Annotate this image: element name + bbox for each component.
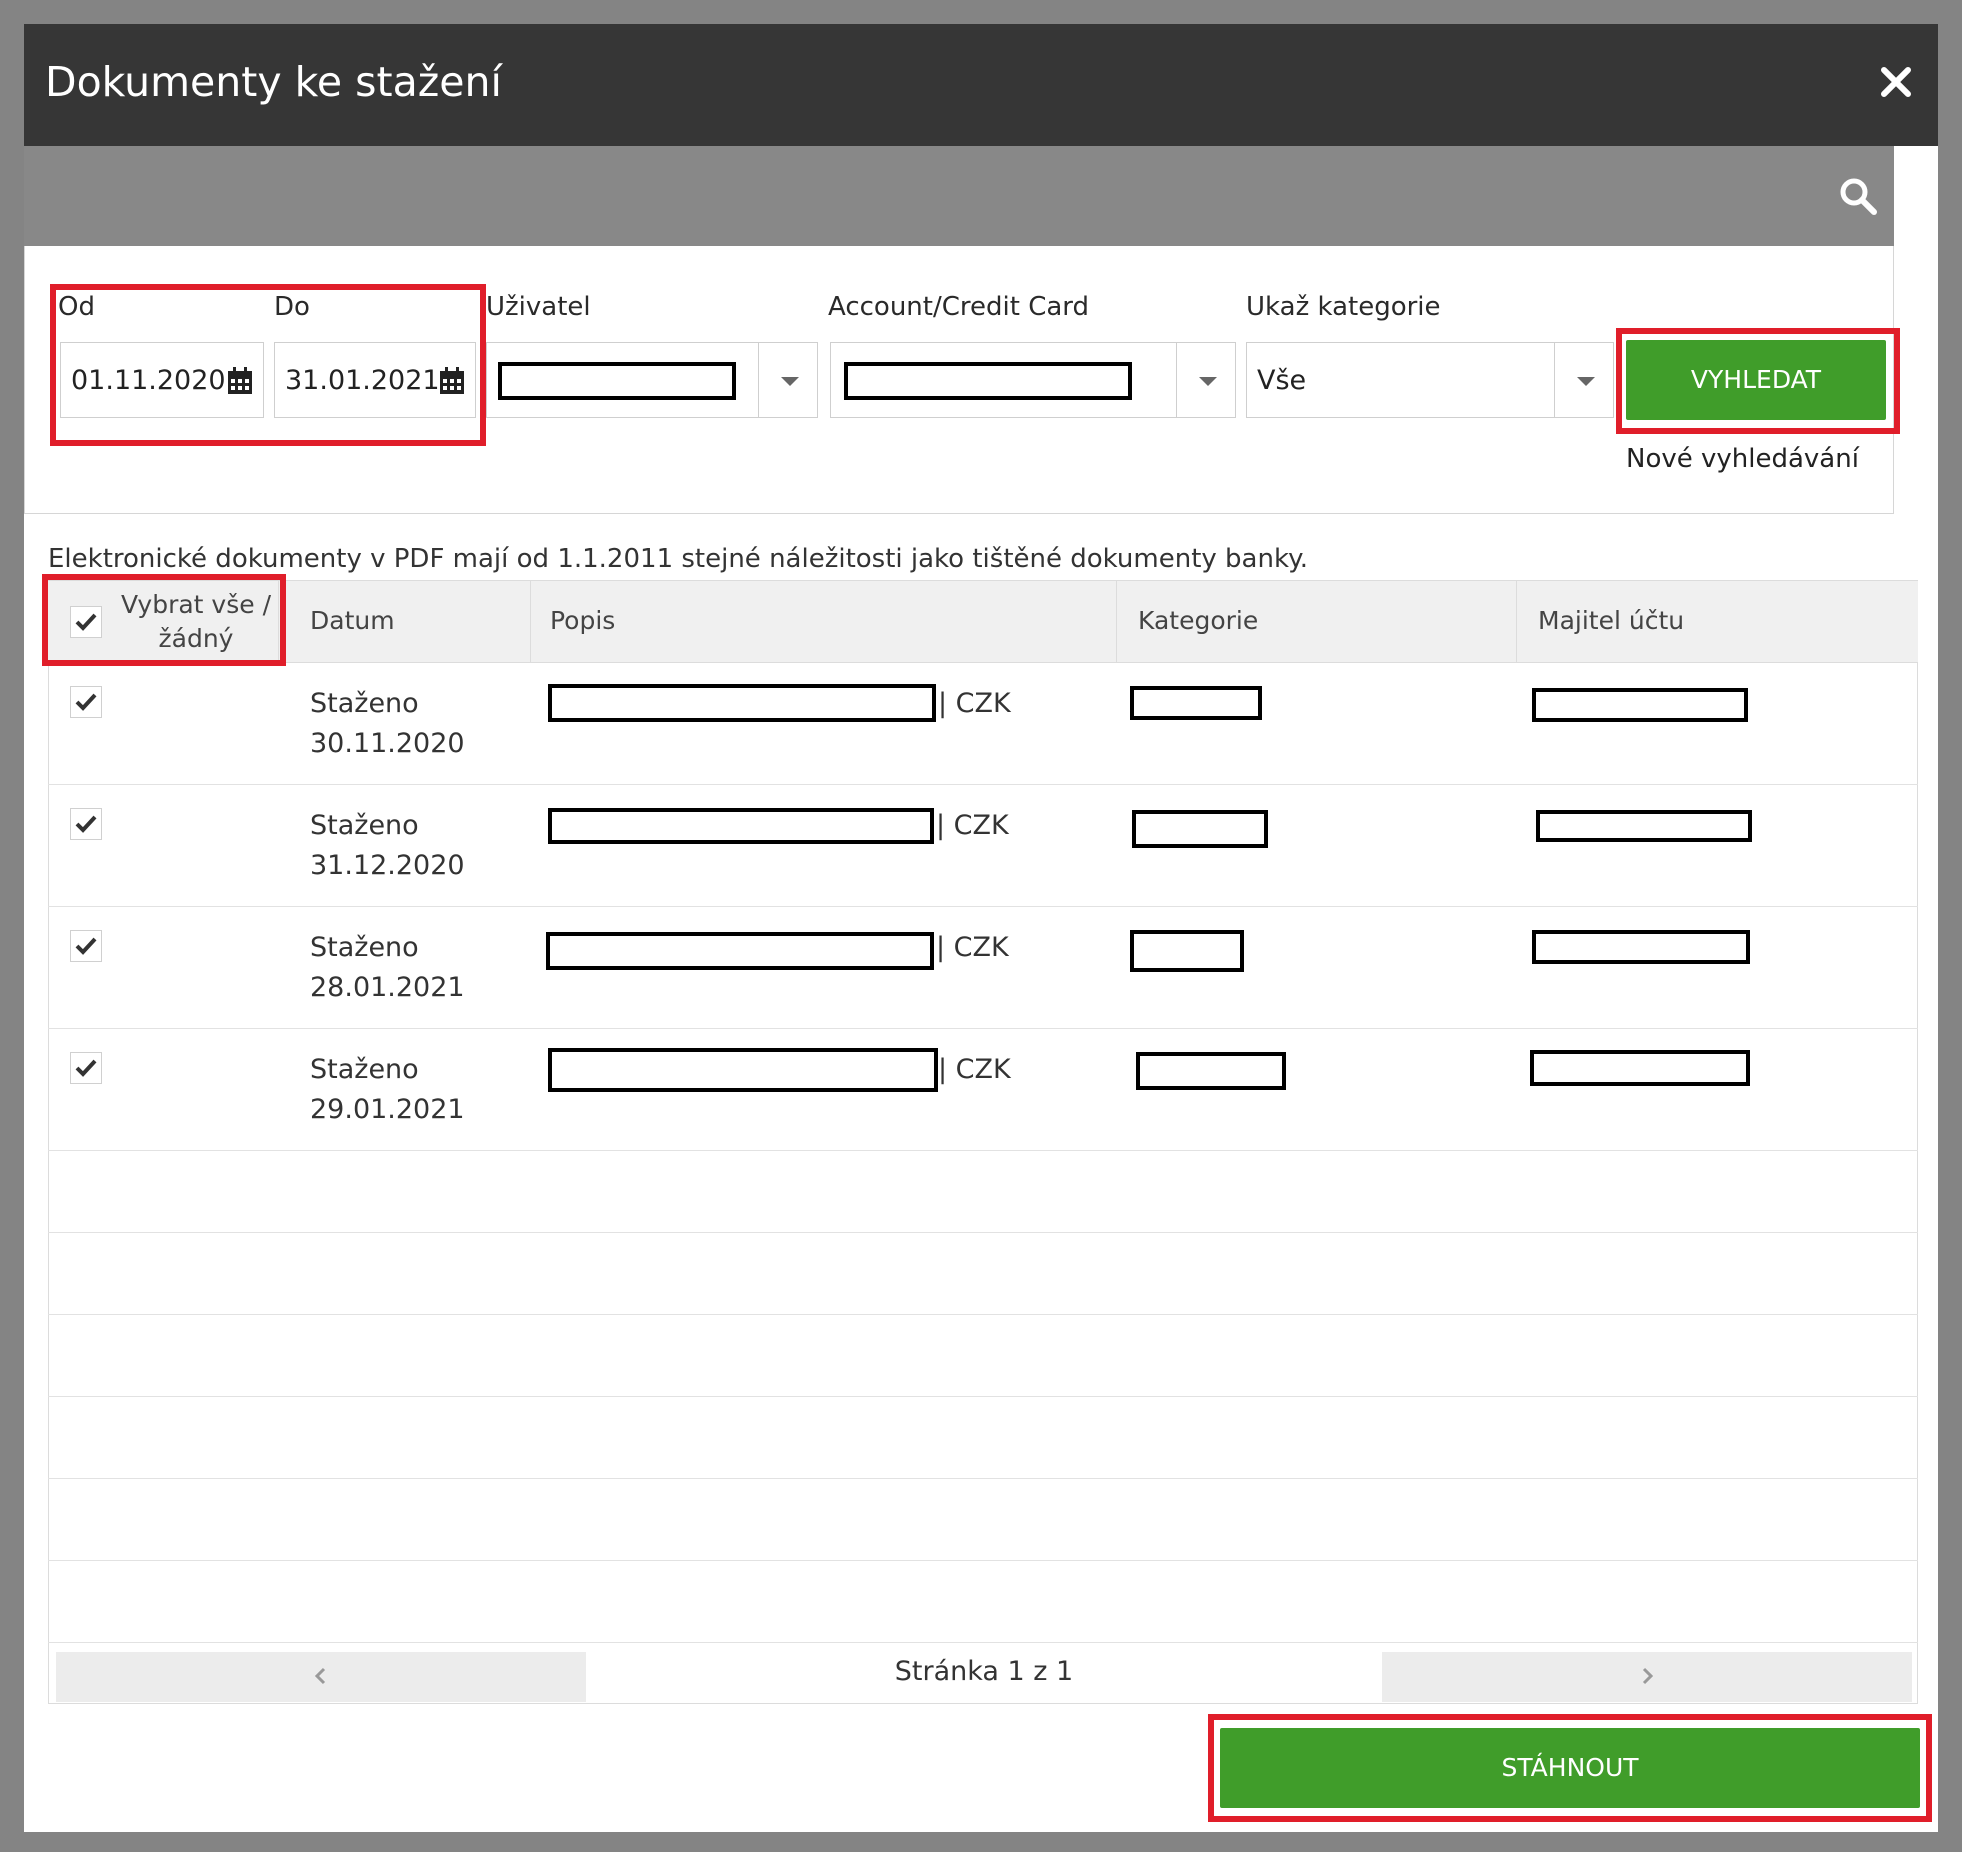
chevron-down-icon[interactable] — [1176, 343, 1235, 417]
row-divider — [48, 1314, 1918, 1315]
redacted-box — [546, 932, 934, 970]
column-divider — [530, 581, 531, 663]
select-all-checkbox[interactable] — [70, 606, 102, 638]
row-divider — [48, 1478, 1918, 1479]
row-currency: | CZK — [938, 688, 1011, 719]
pager-prev-button[interactable] — [56, 1652, 586, 1702]
chevron-left-icon — [311, 1666, 331, 1686]
filter-header — [24, 146, 1894, 246]
redacted-box — [548, 684, 936, 722]
calendar-icon[interactable] — [227, 367, 253, 395]
row-date[interactable]: Staženo 30.11.2020 — [310, 684, 465, 764]
row-checkbox[interactable] — [70, 808, 102, 840]
column-divider — [1516, 581, 1517, 663]
redacted-box — [498, 362, 736, 400]
kategorie-select[interactable]: Vše — [1246, 342, 1614, 418]
od-date-input[interactable]: 01.11.2020 — [60, 342, 264, 418]
header-kategorie[interactable]: Kategorie — [1138, 606, 1258, 635]
row-date-value: 31.12.2020 — [310, 850, 465, 881]
account-label: Account/Credit Card — [828, 292, 1090, 322]
redacted-box — [844, 362, 1132, 400]
select-all-label-line2: žádný — [158, 624, 234, 653]
row-divider — [48, 906, 1918, 907]
row-status: Staženo — [310, 932, 419, 963]
redacted-box — [1130, 930, 1244, 972]
header-popis[interactable]: Popis — [550, 606, 615, 635]
row-checkbox[interactable] — [70, 686, 102, 718]
od-label: Od — [58, 292, 95, 322]
column-divider — [278, 581, 279, 663]
redacted-box — [548, 1048, 938, 1092]
row-currency: | CZK — [938, 1054, 1011, 1085]
kategorie-filter-label: Ukaž kategorie — [1246, 292, 1441, 322]
select-all-label-line1: Vybrat vše / — [120, 590, 271, 619]
row-divider — [48, 1150, 1918, 1151]
row-checkbox[interactable] — [70, 1052, 102, 1084]
redacted-box — [548, 808, 934, 844]
row-currency: | CZK — [936, 932, 1009, 963]
header-majitel[interactable]: Majitel účtu — [1538, 606, 1684, 635]
row-date-value: 29.01.2021 — [310, 1094, 465, 1125]
do-date-value: 31.01.2021 — [285, 365, 440, 396]
column-divider — [1116, 581, 1117, 663]
row-status: Staženo — [310, 810, 419, 841]
dialog-titlebar: Dokumenty ke stažení — [24, 24, 1938, 146]
pdf-note: Elektronické dokumenty v PDF mají od 1.1… — [48, 544, 1309, 574]
od-date-value: 01.11.2020 — [71, 365, 226, 396]
row-divider — [48, 1028, 1918, 1029]
chevron-down-icon[interactable] — [758, 343, 817, 417]
redacted-box — [1530, 1050, 1750, 1086]
redacted-box — [1536, 810, 1752, 842]
row-date[interactable]: Staženo 31.12.2020 — [310, 806, 465, 886]
row-divider — [48, 1232, 1918, 1233]
search-icon[interactable] — [1838, 176, 1878, 216]
uzivatel-label: Uživatel — [486, 292, 591, 322]
row-status: Staženo — [310, 1054, 419, 1085]
new-search-link[interactable]: Nové vyhledávání — [1626, 444, 1859, 474]
row-status: Staženo — [310, 688, 419, 719]
search-button[interactable]: VYHLEDAT — [1626, 340, 1886, 420]
chevron-right-icon — [1637, 1666, 1657, 1686]
redacted-box — [1132, 810, 1268, 848]
do-date-input[interactable]: 31.01.2021 — [274, 342, 476, 418]
row-divider — [48, 784, 1918, 785]
redacted-box — [1532, 930, 1750, 964]
do-label: Do — [274, 292, 310, 322]
row-date-value: 28.01.2021 — [310, 972, 465, 1003]
row-checkbox[interactable] — [70, 930, 102, 962]
row-date-value: 30.11.2020 — [310, 728, 465, 759]
calendar-icon[interactable] — [439, 367, 465, 395]
row-currency: | CZK — [936, 810, 1009, 841]
page-info: Stránka 1 z 1 — [894, 1656, 1074, 1687]
close-icon[interactable] — [1876, 62, 1916, 102]
redacted-box — [1532, 688, 1748, 722]
row-date[interactable]: Staženo 29.01.2021 — [310, 1050, 465, 1130]
kategorie-select-value: Vše — [1257, 365, 1307, 396]
select-all-label[interactable]: Vybrat vše / žádný — [116, 588, 276, 656]
download-button[interactable]: STÁHNOUT — [1220, 1728, 1920, 1808]
row-divider — [48, 1642, 1918, 1643]
header-datum[interactable]: Datum — [310, 606, 395, 635]
row-divider — [48, 1560, 1918, 1561]
row-date[interactable]: Staženo 28.01.2021 — [310, 928, 465, 1008]
redacted-box — [1136, 1052, 1286, 1090]
dialog-title: Dokumenty ke stažení — [45, 58, 502, 106]
row-divider — [48, 1396, 1918, 1397]
chevron-down-icon[interactable] — [1554, 343, 1613, 417]
redacted-box — [1130, 686, 1262, 720]
pager-next-button[interactable] — [1382, 1652, 1912, 1702]
